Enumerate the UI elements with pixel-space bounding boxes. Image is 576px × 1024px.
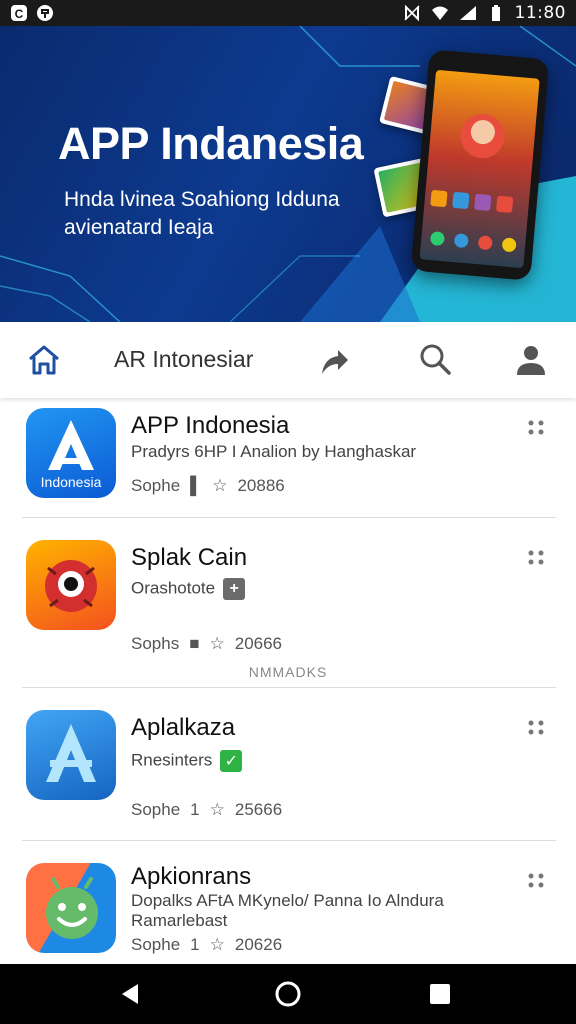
list-item[interactable]: Apkionrans Dopalks AFtA MKynelo/ Panna I… xyxy=(0,841,576,964)
recent-apps-icon[interactable] xyxy=(430,984,450,1004)
list-item[interactable]: Aplalkaza Rnesinters ✓ Sophe 1 ☆ 25666 xyxy=(0,688,576,840)
app-rating: 20626 xyxy=(234,935,283,954)
app-rating: 25666 xyxy=(234,800,283,819)
app-meta: Sophe ▌ ☆ 20886 xyxy=(131,476,285,496)
banner-title: APP Indanesia xyxy=(58,118,364,169)
app-meta-mark: ▌ xyxy=(190,476,203,495)
app-developer-text: Rnesinters xyxy=(131,750,213,770)
app-icon-splak[interactable] xyxy=(26,540,116,630)
app-meta-mark: 1 xyxy=(190,800,200,819)
app-meta: Sophs ■ ☆ 20666 xyxy=(131,634,282,654)
back-icon[interactable] xyxy=(118,982,142,1006)
app-icon-label: Indonesia xyxy=(40,474,102,490)
add-badge-icon[interactable]: + xyxy=(223,578,246,600)
nfc-icon xyxy=(403,4,421,22)
section-note: NMMADKS xyxy=(248,664,328,680)
app-meta-label: Sophe xyxy=(131,935,181,954)
top-nav: AR Intonesiar xyxy=(0,322,576,398)
svg-text:C: C xyxy=(15,7,24,21)
app-rating: 20666 xyxy=(234,634,283,653)
app-meta: Sophe 1 ☆ 20626 xyxy=(131,935,282,955)
battery-icon xyxy=(487,4,505,22)
wifi-icon xyxy=(431,4,449,22)
app-meta-label: Sophs xyxy=(131,634,180,653)
app-developer: Rnesinters ✓ xyxy=(131,750,243,772)
app-icon-indonesia[interactable]: Indonesia xyxy=(26,408,116,498)
app-developer: Pradyrs 6HP I Analion by Hanghaskar xyxy=(131,442,417,461)
search-icon[interactable] xyxy=(418,342,452,376)
star-icon: ☆ xyxy=(209,634,225,653)
list-item[interactable]: Splak Cain Orashotote + Sophs ■ ☆ 20666 N… xyxy=(0,518,576,688)
more-options-icon[interactable] xyxy=(524,716,548,740)
app-meta-label: Sophe xyxy=(131,800,181,819)
status-bar: C 11:80 xyxy=(0,0,576,26)
app-list: Indonesia APP Indonesia Pradyrs 6HP I An… xyxy=(0,398,576,964)
app-developer: Orashotote + xyxy=(131,578,246,600)
app-name[interactable]: Apkionrans xyxy=(131,863,251,891)
star-icon: ☆ xyxy=(212,476,228,495)
app-icon-apkionrans[interactable] xyxy=(26,863,116,953)
hero-banner[interactable]: APP Indanesia Hnda lvinea Soahiong Iddun… xyxy=(0,26,576,322)
app-rating: 20886 xyxy=(237,476,285,495)
app-meta-mark: ■ xyxy=(189,634,200,653)
phone-screen xyxy=(419,69,540,269)
star-icon: ☆ xyxy=(209,800,225,819)
more-options-icon[interactable] xyxy=(524,546,548,570)
app-meta: Sophe 1 ☆ 25666 xyxy=(131,800,282,820)
home-button-icon[interactable] xyxy=(274,980,302,1008)
app-developer: Dopalks AFtA MKynelo/ Panna Io Alndura xyxy=(131,891,444,910)
system-nav-bar xyxy=(0,964,576,1024)
app-meta-mark: 1 xyxy=(190,935,200,954)
banner-subtitle: Hnda lvinea Soahiong Idduna avienatard I… xyxy=(64,188,340,239)
signal-icon xyxy=(459,4,477,22)
more-options-icon[interactable] xyxy=(524,416,548,440)
verified-badge-icon: ✓ xyxy=(220,750,243,772)
phone-mockup xyxy=(410,49,550,281)
nav-title[interactable]: AR Intonesiar xyxy=(114,346,253,373)
list-item[interactable]: Indonesia APP Indonesia Pradyrs 6HP I An… xyxy=(0,398,576,518)
app-name[interactable]: Aplalkaza xyxy=(131,714,235,742)
share-arrow-icon[interactable] xyxy=(316,342,352,378)
app-meta-label: Sophe xyxy=(131,476,181,495)
app-icon-aplalkaza[interactable] xyxy=(26,710,116,800)
app-c-icon: C xyxy=(10,4,28,22)
app-developer-text: Orashotote xyxy=(131,578,216,598)
app-name[interactable]: Splak Cain xyxy=(131,544,247,572)
notification-icon xyxy=(36,4,54,22)
star-icon: ☆ xyxy=(209,935,225,954)
status-time: 11:80 xyxy=(514,3,566,23)
profile-icon[interactable] xyxy=(514,342,548,378)
more-options-icon[interactable] xyxy=(524,869,548,893)
home-icon[interactable] xyxy=(26,342,62,378)
app-name[interactable]: APP Indonesia xyxy=(131,412,289,440)
app-developer-line2: Ramarlebast xyxy=(131,911,228,930)
